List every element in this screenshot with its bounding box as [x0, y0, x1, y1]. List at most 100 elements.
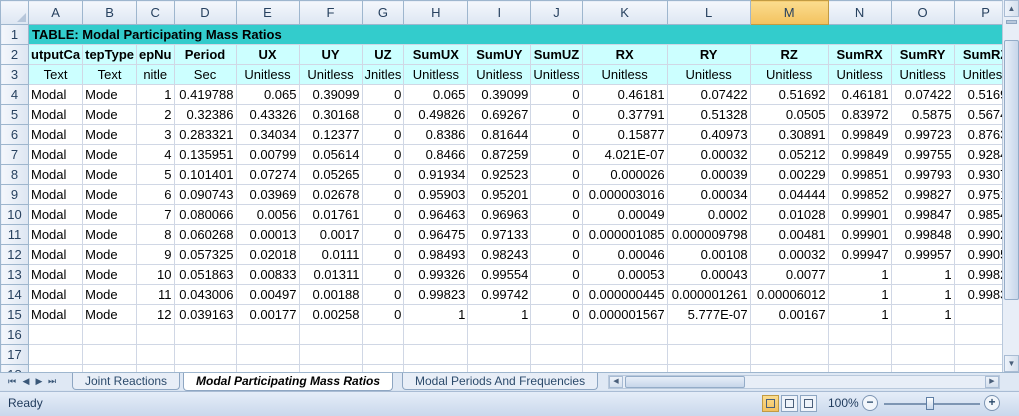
field-header-cell[interactable]: epNu — [136, 44, 175, 65]
table-cell[interactable]: 0.99849 — [827, 124, 892, 145]
table-cell[interactable]: 0.83972 — [827, 104, 892, 125]
table-cell[interactable]: 0.00188 — [298, 284, 363, 305]
horizontal-scroll-thumb[interactable] — [625, 376, 745, 388]
table-cell[interactable]: 0.039163 — [173, 304, 237, 325]
table-cell[interactable]: Modal — [27, 184, 84, 205]
select-all-corner[interactable] — [0, 0, 29, 25]
empty-cell[interactable] — [403, 364, 469, 372]
table-cell[interactable]: 1 — [403, 304, 469, 325]
table-cell[interactable]: 0.99827 — [890, 184, 955, 205]
table-cell[interactable]: 0.000000445 — [581, 284, 668, 305]
table-cell[interactable]: 9 — [136, 244, 175, 265]
table-cell[interactable]: 0.99554 — [467, 264, 532, 285]
row-header[interactable]: 18 — [0, 364, 29, 372]
table-cell[interactable]: 0.000001567 — [581, 304, 668, 325]
empty-cell[interactable] — [136, 344, 175, 365]
table-cell[interactable]: 0 — [530, 84, 583, 105]
table-cell[interactable]: 0.99957 — [890, 244, 955, 265]
empty-cell[interactable] — [361, 344, 405, 365]
table-cell[interactable]: 0.99742 — [467, 284, 532, 305]
empty-cell[interactable] — [749, 364, 829, 372]
table-cell[interactable]: 0.37791 — [581, 104, 668, 125]
table-cell[interactable]: 8 — [136, 224, 175, 245]
empty-cell[interactable] — [581, 344, 668, 365]
empty-cell[interactable] — [298, 364, 363, 372]
row-header[interactable]: 17 — [0, 344, 29, 365]
empty-cell[interactable] — [136, 364, 175, 372]
table-cell[interactable]: 0 — [530, 304, 583, 325]
table-cell[interactable]: 0.91934 — [403, 164, 469, 185]
row-header[interactable]: 4 — [0, 84, 29, 105]
table-cell[interactable]: 0.01761 — [298, 204, 363, 225]
table-cell[interactable]: 2 — [136, 104, 175, 125]
table-cell[interactable]: 0.69267 — [467, 104, 532, 125]
column-header-d[interactable]: D — [173, 0, 237, 25]
vertical-scrollbar[interactable]: ▲ ▼ — [1002, 0, 1019, 372]
first-sheet-icon[interactable]: ⏮ — [6, 375, 18, 388]
table-cell[interactable]: 4.021E-07 — [581, 144, 668, 165]
table-cell[interactable]: 0.81644 — [467, 124, 532, 145]
table-cell[interactable]: 0 — [530, 284, 583, 305]
table-cell[interactable]: 0.95903 — [403, 184, 469, 205]
empty-cell[interactable] — [403, 324, 469, 345]
unit-cell[interactable]: Unitless — [530, 64, 583, 85]
table-cell[interactable]: 1 — [827, 264, 892, 285]
table-cell[interactable]: Mode — [82, 304, 137, 325]
worksheet[interactable]: ABCDEFGHIJKLMNOP 1 TABLE: Modal Participa… — [0, 0, 1019, 372]
scroll-down-arrow-icon[interactable]: ▼ — [1004, 355, 1019, 372]
table-cell[interactable]: 0.30168 — [298, 104, 363, 125]
table-cell[interactable]: 0.99848 — [890, 224, 955, 245]
table-cell[interactable]: 0.99755 — [890, 144, 955, 165]
table-cell[interactable]: 0.419788 — [173, 84, 237, 105]
column-header-i[interactable]: I — [467, 0, 532, 25]
table-cell[interactable]: 0.043006 — [173, 284, 237, 305]
tab-modal-periods-and-frequencies[interactable]: Modal Periods And Frequencies — [402, 373, 599, 390]
field-header-cell[interactable]: RZ — [749, 44, 829, 65]
table-cell[interactable]: 3 — [136, 124, 175, 145]
unit-cell[interactable]: Unitless — [467, 64, 532, 85]
row-header[interactable]: 3 — [0, 64, 29, 85]
unit-cell[interactable]: nitle — [136, 64, 175, 85]
table-cell[interactable]: Mode — [82, 104, 137, 125]
table-cell[interactable]: 0.00108 — [666, 244, 751, 265]
empty-cell[interactable] — [530, 364, 583, 372]
empty-cell[interactable] — [361, 324, 405, 345]
field-header-cell[interactable]: UZ — [361, 44, 405, 65]
field-header-cell[interactable]: utputCa — [27, 44, 84, 65]
table-cell[interactable]: 0 — [361, 164, 405, 185]
unit-cell[interactable]: Unitless — [890, 64, 955, 85]
empty-cell[interactable] — [403, 344, 469, 365]
table-cell[interactable]: 0.32386 — [173, 104, 237, 125]
table-cell[interactable]: 0.00481 — [749, 224, 829, 245]
table-cell[interactable]: Modal — [27, 204, 84, 225]
table-cell[interactable]: 0.000009798 — [666, 224, 751, 245]
column-header-j[interactable]: J — [530, 0, 583, 25]
empty-cell[interactable] — [298, 324, 363, 345]
table-cell[interactable]: 0.04444 — [749, 184, 829, 205]
empty-cell[interactable] — [890, 344, 955, 365]
unit-cell[interactable]: Unitless — [298, 64, 363, 85]
column-header-a[interactable]: A — [27, 0, 84, 25]
table-cell[interactable]: 0 — [530, 264, 583, 285]
table-cell[interactable]: Modal — [27, 244, 84, 265]
table-cell[interactable]: Modal — [27, 264, 84, 285]
row-header[interactable]: 10 — [0, 204, 29, 225]
empty-cell[interactable] — [235, 344, 300, 365]
empty-cell[interactable] — [467, 344, 532, 365]
table-cell[interactable]: 0.135951 — [173, 144, 237, 165]
column-header-f[interactable]: F — [298, 0, 363, 25]
table-cell[interactable]: 0 — [361, 104, 405, 125]
empty-cell[interactable] — [530, 324, 583, 345]
table-cell[interactable]: 12 — [136, 304, 175, 325]
table-cell[interactable]: 0.0056 — [235, 204, 300, 225]
table-cell[interactable]: 0.92523 — [467, 164, 532, 185]
table-cell[interactable]: 0.00167 — [749, 304, 829, 325]
table-cell[interactable]: 0 — [361, 84, 405, 105]
empty-cell[interactable] — [581, 364, 668, 372]
empty-cell[interactable] — [530, 344, 583, 365]
table-cell[interactable]: Modal — [27, 224, 84, 245]
tab-joint-reactions[interactable]: Joint Reactions — [72, 373, 181, 390]
table-cell[interactable]: 0 — [530, 224, 583, 245]
row-header[interactable]: 12 — [0, 244, 29, 265]
table-cell[interactable]: 1 — [136, 84, 175, 105]
